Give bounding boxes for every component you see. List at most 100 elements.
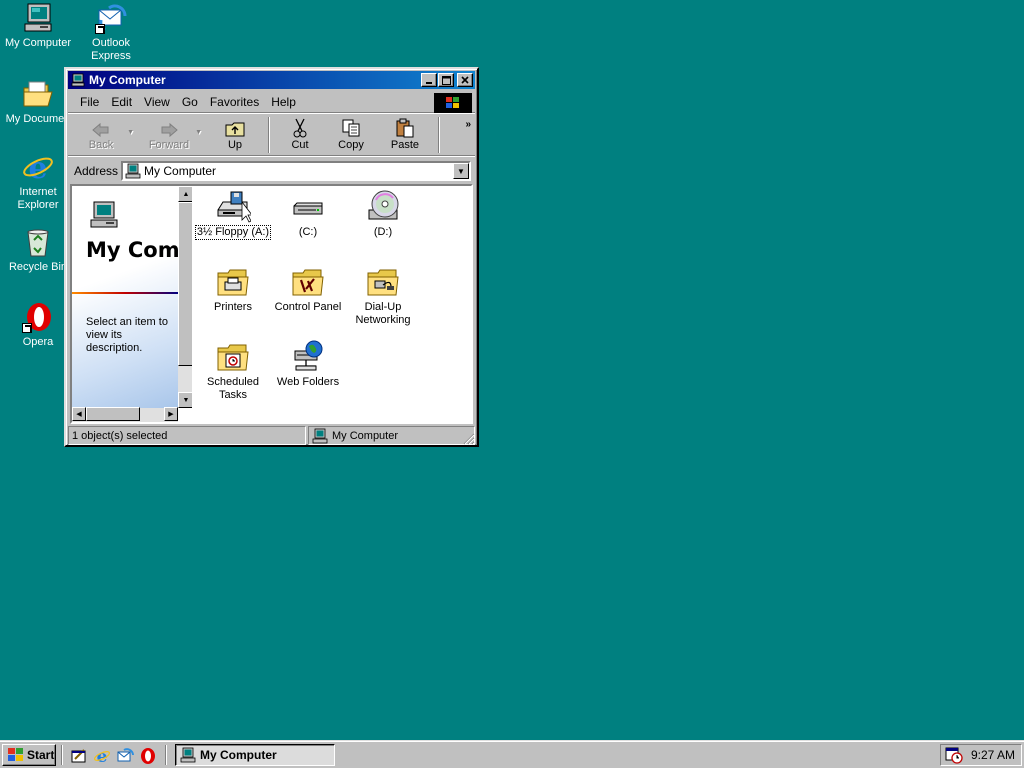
status-zone-label: My Computer: [332, 429, 399, 442]
toolbar-more-chevron-icon[interactable]: »: [465, 119, 471, 130]
status-bar: 1 object(s) selected My Computer: [68, 426, 475, 445]
hard-drive-icon: [290, 190, 326, 224]
quick-launch-opera-icon[interactable]: [139, 747, 157, 765]
start-label: Start: [27, 748, 55, 762]
horizontal-scroll-thumb[interactable]: [86, 407, 140, 421]
system-tray: 9:27 AM: [940, 744, 1022, 766]
scissors-icon: [293, 118, 307, 138]
folder-view: My Comput Select an item to view its des…: [70, 184, 473, 424]
copy-icon: [342, 119, 360, 137]
item-label: Printers: [214, 301, 252, 313]
taskbar-button-my-computer[interactable]: My Computer: [175, 744, 335, 766]
scroll-right-button[interactable]: ▶: [164, 407, 178, 421]
address-computer-icon: [125, 163, 141, 179]
quick-launch-outlook-express-icon[interactable]: [116, 747, 134, 765]
menu-go[interactable]: Go: [176, 93, 204, 111]
menu-edit[interactable]: Edit: [105, 93, 138, 111]
back-button[interactable]: Back ▼: [74, 116, 134, 154]
task-scheduler-tray-icon[interactable]: [945, 746, 963, 764]
window-computer-icon[interactable]: [71, 73, 85, 87]
paste-button[interactable]: Paste: [378, 116, 432, 154]
item-area: 3½ Floppy (A:) (C:) (D:) Printers Contro…: [194, 186, 471, 422]
title-bar[interactable]: My Computer: [68, 71, 475, 89]
window-title: My Computer: [89, 73, 166, 87]
up-button[interactable]: Up: [208, 116, 262, 154]
chevron-down-icon: ▼: [457, 166, 465, 176]
address-bar: Address My Computer ▼: [68, 159, 475, 183]
scheduled-tasks-folder-icon: [215, 340, 251, 374]
forward-label: Forward: [148, 139, 190, 151]
cut-button[interactable]: Cut: [276, 116, 324, 154]
close-button[interactable]: [457, 73, 473, 87]
status-computer-icon: [312, 428, 328, 444]
item-floppy-a[interactable]: 3½ Floppy (A:): [194, 190, 272, 240]
info-pane-vertical-scrollbar[interactable]: ▲ ▼: [178, 186, 192, 408]
item-web-folders[interactable]: Web Folders: [269, 340, 347, 389]
up-folder-icon: [225, 122, 245, 137]
taskbar-divider: [165, 745, 167, 765]
info-pane-horizontal-scrollbar[interactable]: ◀ ▶: [72, 407, 178, 422]
item-drive-d[interactable]: (D:): [344, 190, 422, 239]
item-scheduled-tasks[interactable]: Scheduled Tasks: [194, 340, 272, 402]
maximize-icon: [441, 75, 451, 85]
item-label: Control Panel: [274, 301, 342, 313]
resize-grip-icon[interactable]: [461, 431, 475, 445]
item-label: 3½ Floppy (A:): [194, 225, 272, 240]
address-value: My Computer: [144, 164, 217, 178]
arrow-down-icon: ▼: [182, 396, 190, 404]
minimize-button[interactable]: [421, 73, 437, 87]
windows-flag-icon: [8, 748, 23, 761]
maximize-button[interactable]: [438, 73, 454, 87]
info-pane: My Comput Select an item to view its des…: [72, 186, 192, 422]
scroll-up-button[interactable]: ▲: [178, 186, 192, 202]
item-dial-up-networking[interactable]: Dial-Up Networking: [344, 265, 422, 327]
arrow-right-icon: ▶: [168, 411, 174, 418]
paste-icon: [396, 118, 414, 138]
item-label: Dial-Up Networking: [355, 301, 411, 326]
copy-button[interactable]: Copy: [324, 116, 378, 154]
scroll-thumb[interactable]: [178, 202, 192, 366]
address-label: Address: [74, 164, 119, 178]
menu-help[interactable]: Help: [265, 93, 302, 111]
item-label: Scheduled Tasks: [207, 376, 259, 401]
desktop-icon-label: My Computer: [4, 37, 72, 49]
opera-icon: [22, 301, 54, 333]
item-control-panel[interactable]: Control Panel: [269, 265, 347, 314]
paste-label: Paste: [390, 139, 420, 151]
scroll-down-button[interactable]: ▼: [178, 392, 192, 408]
arrow-up-icon: ▲: [182, 190, 190, 198]
quick-launch-internet-explorer-icon[interactable]: e: [93, 747, 111, 767]
desktop-icon-label: Outlook Express: [91, 37, 131, 62]
outlook-express-icon: [95, 2, 127, 34]
arrow-left-icon: ◀: [76, 411, 82, 418]
taskbar: Start e My Computer 9:27 AM: [0, 740, 1024, 768]
my-computer-window: My Computer File Edit View Go Favorites …: [64, 67, 479, 447]
item-label: (C:): [298, 226, 318, 238]
item-printers[interactable]: Printers: [194, 265, 272, 314]
my-documents-icon: [22, 78, 54, 110]
back-dropdown-icon[interactable]: ▼: [127, 129, 134, 136]
desktop-icon-outlook-express[interactable]: Outlook Express: [73, 2, 149, 63]
start-button[interactable]: Start: [2, 744, 56, 766]
back-label: Back: [88, 139, 114, 151]
close-icon: [461, 76, 469, 84]
desktop-icon-my-computer[interactable]: My Computer: [0, 2, 76, 50]
svg-text:e: e: [97, 747, 108, 765]
svg-text:e: e: [28, 151, 47, 183]
task-label: My Computer: [200, 748, 277, 762]
quick-launch-show-desktop-icon[interactable]: [70, 747, 88, 765]
forward-dropdown-icon[interactable]: ▼: [195, 129, 202, 136]
item-label: (D:): [373, 226, 393, 238]
clock[interactable]: 9:27 AM: [971, 748, 1015, 762]
info-pane-description: Select an item to view its description.: [86, 316, 168, 354]
address-field[interactable]: My Computer ▼: [121, 161, 471, 181]
menu-favorites[interactable]: Favorites: [204, 93, 265, 111]
address-dropdown-button[interactable]: ▼: [453, 163, 469, 179]
scroll-left-button[interactable]: ◀: [72, 407, 86, 421]
item-drive-c[interactable]: (C:): [269, 190, 347, 239]
forward-button[interactable]: Forward ▼: [142, 116, 202, 154]
cd-drive-icon: [365, 190, 401, 224]
menu-file[interactable]: File: [74, 93, 105, 111]
menu-view[interactable]: View: [138, 93, 176, 111]
dial-up-networking-folder-icon: [365, 265, 401, 299]
